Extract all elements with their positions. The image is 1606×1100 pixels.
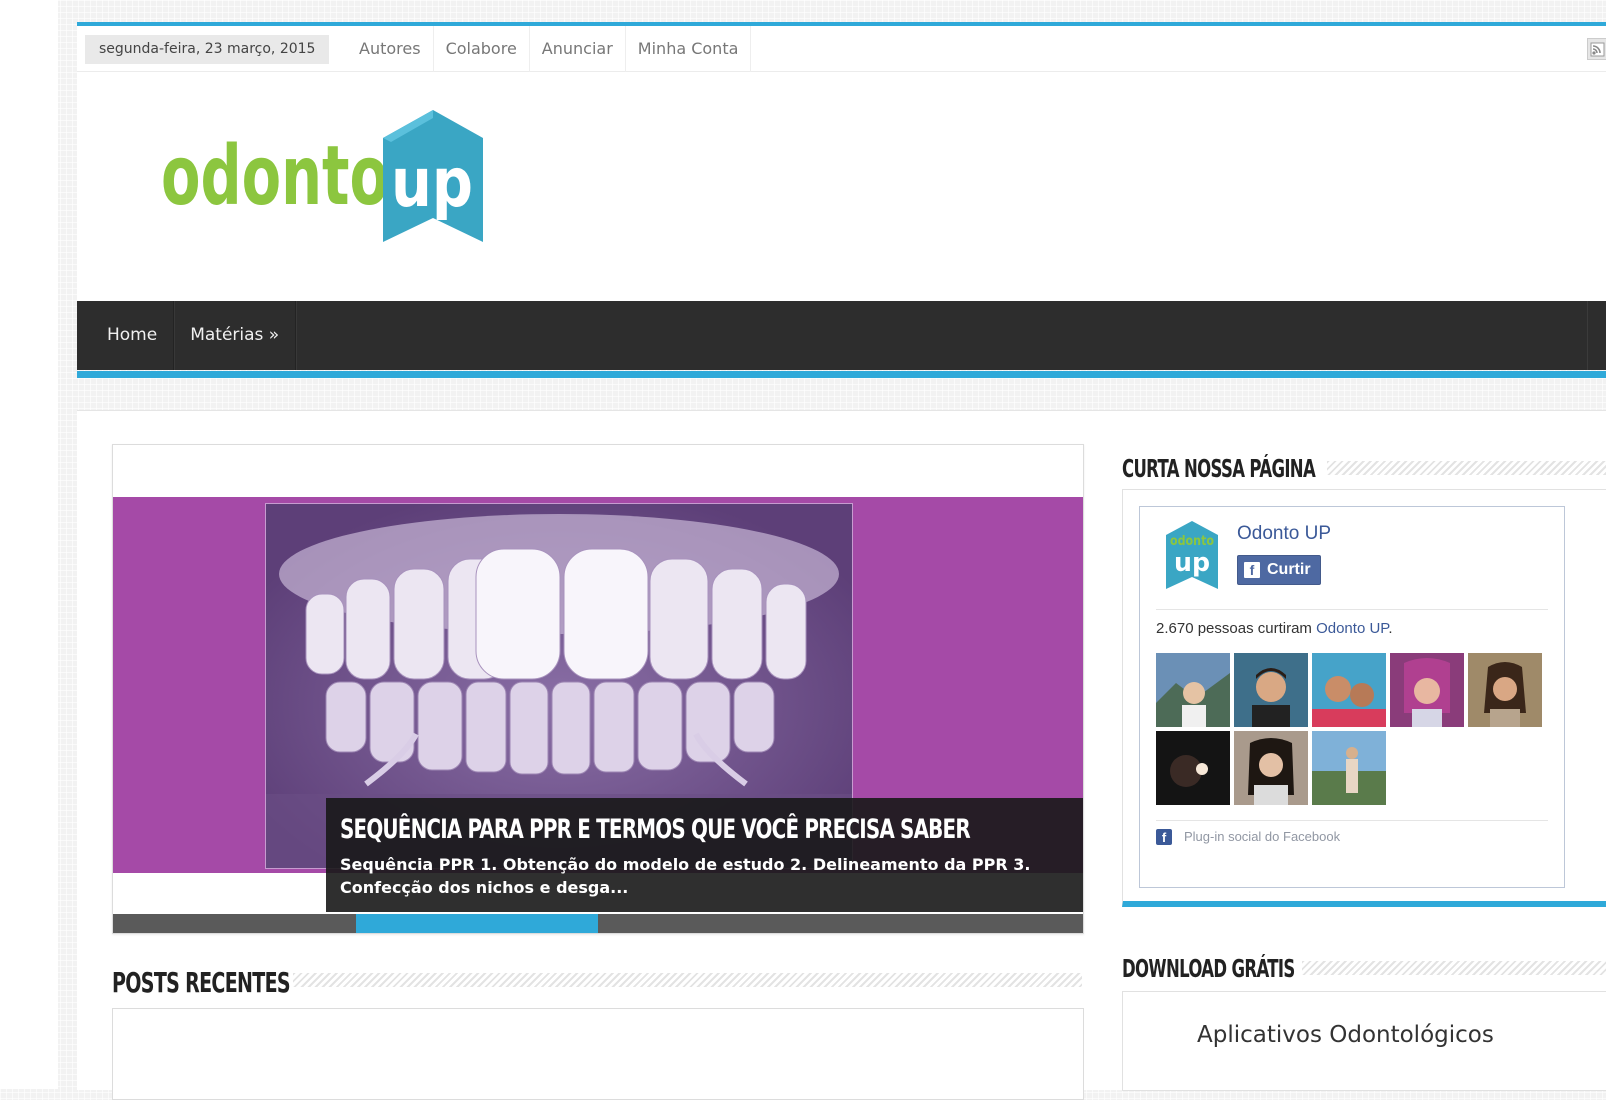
- fb-page-avatar[interactable]: odonto up: [1164, 521, 1220, 591]
- fb-widget-title: Curta nossa página: [1122, 454, 1316, 483]
- top-link-anunciar[interactable]: Anunciar: [530, 26, 626, 72]
- fb-like-count: 2.670 pessoas curtiram Odonto UP.: [1156, 620, 1393, 637]
- slider-dot-4[interactable]: [841, 914, 1084, 933]
- top-link-autores[interactable]: Autores: [347, 26, 434, 72]
- fb-count-end: .: [1388, 620, 1393, 637]
- featured-slider: Sequência para PPR e termos que você pre…: [112, 444, 1084, 934]
- rss-icon[interactable]: [1587, 38, 1606, 60]
- logo-text-odonto: odonto: [161, 129, 389, 224]
- svg-text:up: up: [1174, 548, 1210, 578]
- slider-dot-3[interactable]: [598, 914, 841, 933]
- fb-face-avatar[interactable]: [1234, 653, 1308, 727]
- fb-face-avatar[interactable]: [1234, 731, 1308, 805]
- slide-title[interactable]: Sequência para PPR e termos que você pre…: [340, 814, 971, 845]
- title-stripes: [1302, 961, 1606, 975]
- slider-dot-2[interactable]: [355, 914, 598, 933]
- top-bar: segunda-feira, 23 março, 2015 Autores Co…: [77, 22, 1606, 72]
- top-nav: Autores Colabore Anunciar Minha Conta: [347, 26, 752, 72]
- logo-text-up: up: [391, 144, 473, 223]
- fb-plugin-label: Plug-in social do Facebook: [1184, 829, 1341, 844]
- main-nav: Home Matérias »: [77, 301, 1606, 378]
- facebook-widget: odonto up Odonto UP f Curtir 2.670 pesso…: [1122, 489, 1606, 907]
- facebook-icon: f: [1244, 562, 1260, 578]
- divider: [1156, 820, 1548, 821]
- slider-dot-1[interactable]: [113, 914, 356, 933]
- divider: [1156, 609, 1548, 610]
- slider-pagination: [113, 914, 1083, 933]
- site-wrapper: segunda-feira, 23 março, 2015 Autores Co…: [77, 0, 1606, 1100]
- fb-like-button[interactable]: f Curtir: [1237, 555, 1321, 585]
- fb-face-avatar[interactable]: [1312, 731, 1386, 805]
- fb-face-avatar[interactable]: [1468, 653, 1542, 727]
- fb-count-page-link[interactable]: Odonto UP: [1316, 620, 1388, 637]
- fb-page-name[interactable]: Odonto UP: [1237, 523, 1331, 545]
- nav-item-materias[interactable]: Matérias »: [174, 301, 297, 370]
- download-item-title[interactable]: Aplicativos Odontológicos: [1197, 1022, 1494, 1048]
- fb-count-text: 2.670 pessoas curtiram: [1156, 620, 1317, 637]
- site-logo[interactable]: odonto up: [161, 110, 491, 246]
- fb-face-avatar[interactable]: [1156, 731, 1230, 805]
- page-margin: [0, 0, 58, 1089]
- title-stripes: [1327, 461, 1606, 475]
- slide-caption[interactable]: Sequência para PPR e termos que você pre…: [326, 798, 1083, 912]
- fb-face-avatar[interactable]: [1156, 653, 1230, 727]
- slide-excerpt: Sequência PPR 1. Obtenção do modelo de e…: [340, 855, 1031, 897]
- site-header: odonto up: [77, 72, 1606, 301]
- top-link-colabore[interactable]: Colabore: [434, 26, 530, 72]
- top-link-minha-conta[interactable]: Minha Conta: [626, 26, 752, 72]
- title-stripes: [293, 973, 1082, 987]
- fb-page-plugin: odonto up Odonto UP f Curtir 2.670 pesso…: [1139, 506, 1565, 888]
- fb-face-avatar[interactable]: [1312, 653, 1386, 727]
- current-date: segunda-feira, 23 março, 2015: [85, 35, 330, 64]
- fb-face-avatar[interactable]: [1390, 653, 1464, 727]
- nav-search-handle[interactable]: [1587, 301, 1606, 370]
- facebook-icon: f: [1156, 829, 1172, 845]
- svg-text:odonto: odonto: [1170, 534, 1214, 549]
- fb-like-label: Curtir: [1267, 561, 1311, 578]
- download-widget: Aplicativos Odontológicos: [1122, 991, 1606, 1091]
- nav-accent-bar: [77, 371, 1606, 378]
- recent-posts-title: Posts Recentes: [112, 966, 291, 999]
- content-area: Sequência para PPR e termos que você pre…: [77, 410, 1606, 1100]
- download-widget-title: Download Grátis: [1122, 954, 1295, 983]
- nav-item-home[interactable]: Home: [77, 301, 175, 370]
- recent-posts-box: [112, 1008, 1084, 1100]
